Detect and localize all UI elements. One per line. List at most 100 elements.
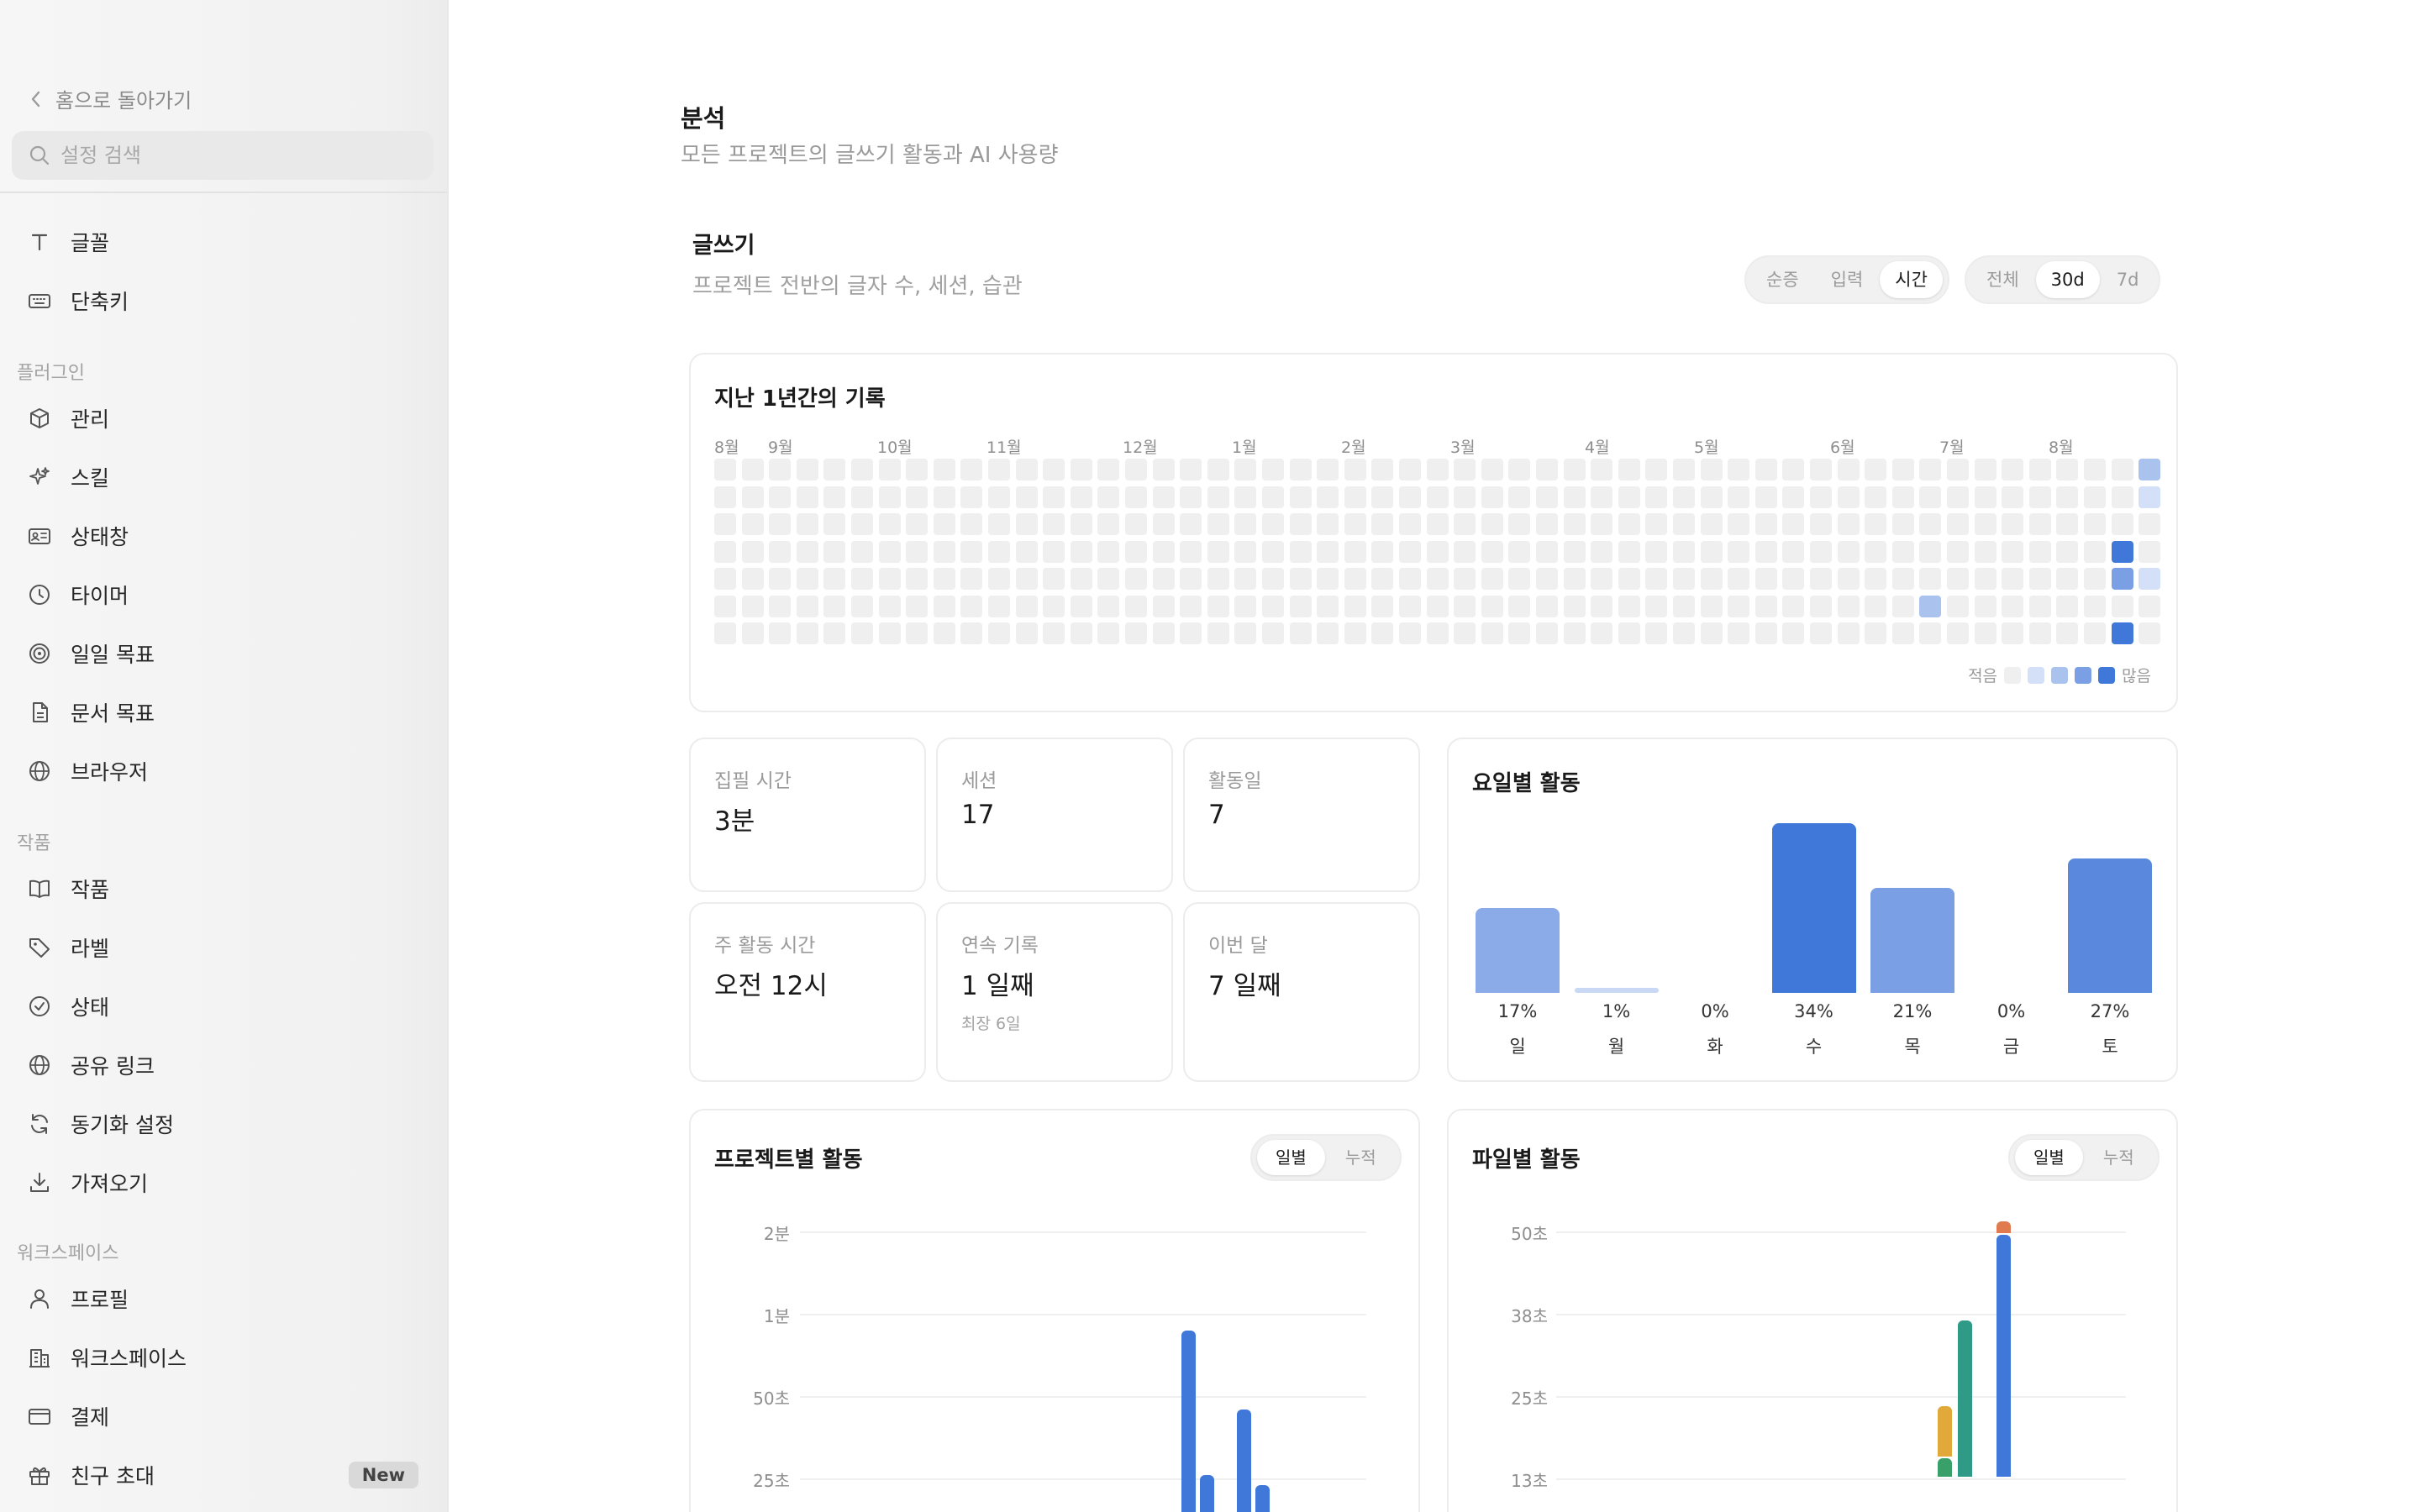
stat-label: 주 활동 시간 [714, 935, 816, 957]
heatmap-cell [1782, 513, 1805, 535]
heatmap-cell [1454, 568, 1476, 590]
heatmap-cell [2139, 459, 2161, 480]
check-circle-icon [29, 996, 50, 1016]
heatmap-cell [1700, 459, 1723, 480]
range-option-30d[interactable]: 30d [2035, 261, 2100, 298]
toggle-option-daily[interactable]: 일별 [1257, 1140, 1325, 1175]
heatmap-cell [1070, 568, 1092, 590]
weekday-day-label: 일 [1509, 1037, 1526, 1057]
sidebar-item-label: 워크스페이스 [71, 1347, 187, 1371]
sidebar-item-import[interactable]: 가져오기 [12, 1159, 434, 1206]
heatmap-legend: 적음 많음 [1968, 664, 2151, 686]
sidebar-item-statusbar[interactable]: 상태창 [12, 512, 434, 559]
heatmap-cell [1591, 568, 1613, 590]
range-option-7d[interactable]: 7d [2102, 261, 2154, 298]
heatmap-cell [878, 568, 901, 590]
heatmap-cell [1865, 486, 1887, 508]
globe-icon [29, 761, 50, 781]
heatmap-cell [851, 540, 873, 563]
heatmap-cell [1344, 459, 1366, 480]
legend-swatch-2 [2051, 666, 2069, 684]
heatmap-cell [1947, 595, 1969, 617]
heatmap-cell [1152, 513, 1175, 535]
weekday-day-label: 수 [1805, 1037, 1823, 1057]
heatmap-cell [1152, 540, 1175, 563]
heatmap-cell [1371, 540, 1394, 563]
heatmap-cell [960, 595, 983, 617]
heatmap-cell [1865, 595, 1887, 617]
weekday-day-label: 토 [2102, 1037, 2118, 1057]
heatmap-cell [1563, 459, 1586, 480]
toggle-option-cumulative[interactable]: 누적 [1327, 1140, 1395, 1175]
settings-search[interactable] [12, 131, 434, 180]
metric-option-time[interactable]: 시간 [1880, 261, 1943, 298]
toggle-option-daily[interactable]: 일별 [2015, 1140, 2083, 1175]
heatmap-cell [1974, 486, 1996, 508]
heatmap-cell [1454, 540, 1476, 563]
heatmap-cell [1289, 622, 1312, 644]
heatmap-cell [1262, 486, 1284, 508]
heatmap-cell [1043, 540, 1065, 563]
heatmap-cell [2056, 622, 2079, 644]
heatmap-cell [933, 486, 955, 508]
sidebar-item-font[interactable]: 글꼴 [12, 218, 434, 265]
weekday-percent-label: 1% [1602, 1001, 1631, 1021]
heatmap-cell [1700, 486, 1723, 508]
heatmap-cell [1563, 540, 1586, 563]
heatmap-cell [1399, 459, 1421, 480]
metric-option-net[interactable]: 순증 [1751, 261, 1814, 298]
toggle-option-cumulative[interactable]: 누적 [2085, 1140, 2153, 1175]
heatmap-cell [906, 568, 929, 590]
page-subtitle: 모든 프로젝트의 글쓰기 활동과 AI 사용량 [681, 143, 1059, 168]
heatmap-cell [2139, 513, 2161, 535]
heatmap-cell [1919, 486, 1942, 508]
heatmap-cell [1782, 568, 1805, 590]
sidebar-item-label: 일일 목표 [71, 643, 155, 667]
heatmap-cell [1974, 622, 1996, 644]
heatmap-cell [1645, 540, 1668, 563]
sidebar-item-invite-friends[interactable]: 친구 초대 New [12, 1452, 434, 1499]
sidebar-item-labels[interactable]: 라벨 [12, 924, 434, 971]
heatmap-cell [823, 459, 846, 480]
sidebar-item-document-goal[interactable]: 문서 목표 [12, 689, 434, 736]
heatmap-cell [1591, 486, 1613, 508]
heatmap-cell [1317, 622, 1339, 644]
sidebar-item-browser[interactable]: 브라우저 [12, 748, 434, 795]
heatmap-cell [741, 568, 764, 590]
sidebar-item-workspace[interactable]: 워크스페이스 [12, 1334, 434, 1381]
heatmap-month-label: 8월 [714, 438, 739, 457]
sidebar-item-plugin-manage[interactable]: 관리 [12, 395, 434, 442]
settings-sidebar: 홈으로 돌아가기 글꼴 단축키 플러그인 관리 스킬 상태창 타이머 일일 목표… [0, 0, 449, 1512]
weekday-percent-label: 17% [1497, 1001, 1538, 1021]
metric-option-input[interactable]: 입력 [1816, 261, 1879, 298]
heatmap-cell [1262, 622, 1284, 644]
sidebar-item-share-link[interactable]: 공유 링크 [12, 1042, 434, 1089]
sidebar-item-skills[interactable]: 스킬 [12, 454, 434, 501]
heatmap-cell [1426, 595, 1449, 617]
heatmap-cell [1673, 568, 1695, 590]
range-option-all[interactable]: 전체 [1971, 261, 2034, 298]
search-input[interactable] [60, 144, 413, 167]
sidebar-item-sync-settings[interactable]: 동기화 설정 [12, 1100, 434, 1147]
sidebar-item-timer[interactable]: 타이머 [12, 571, 434, 618]
heatmap-cell [1454, 486, 1476, 508]
sidebar-item-label: 타이머 [71, 584, 129, 608]
sidebar-item-shortcuts[interactable]: 단축키 [12, 277, 434, 324]
back-to-home-link[interactable]: 홈으로 돌아가기 [29, 84, 192, 113]
globe-icon [29, 1055, 50, 1075]
heatmap-cell [1645, 513, 1668, 535]
heatmap-cell [988, 459, 1010, 480]
heatmap-cell [1673, 622, 1695, 644]
heatmap-cell [1563, 622, 1586, 644]
heatmap-cell [2111, 568, 2133, 590]
sidebar-item-profile[interactable]: 프로필 [12, 1275, 434, 1322]
stat-value: 7 일째 [1208, 971, 1281, 1001]
heatmap-cell [851, 595, 873, 617]
sidebar-item-status[interactable]: 상태 [12, 983, 434, 1030]
sidebar-item-works[interactable]: 작품 [12, 865, 434, 912]
sidebar-item-billing[interactable]: 결제 [12, 1393, 434, 1440]
sidebar-item-daily-goal[interactable]: 일일 목표 [12, 630, 434, 677]
heatmap-cell [851, 513, 873, 535]
page-title: 분석 [681, 104, 726, 133]
sidebar-item-label: 관리 [71, 407, 110, 432]
